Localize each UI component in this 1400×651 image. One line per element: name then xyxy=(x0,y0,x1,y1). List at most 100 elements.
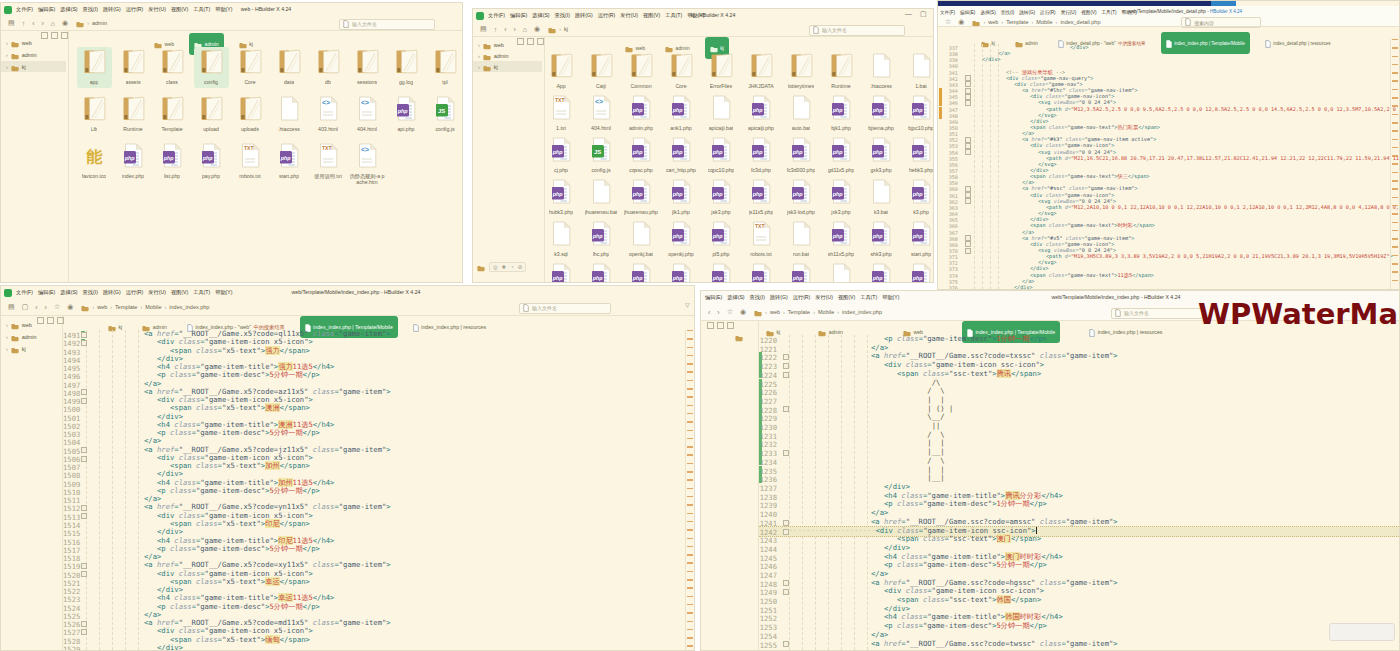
grid-item-404.html[interactable]: <>404.html xyxy=(583,93,619,134)
grid-item[interactable]: php xyxy=(783,261,819,282)
menu-item-0[interactable]: 文件(F) xyxy=(16,289,33,296)
search-box[interactable]: 输入文件名 xyxy=(519,303,611,314)
toolbar-nav-icon-0[interactable]: ▤ xyxy=(8,19,15,27)
menu-item-0[interactable]: 编辑(E) xyxy=(705,294,722,301)
menu-item-1[interactable]: 编辑(E) xyxy=(510,12,527,19)
menu-item-6[interactable]: 视图(V) xyxy=(838,294,855,301)
toolbar-nav-icon-5[interactable]: ◉ xyxy=(67,303,73,311)
grid-item-run.bat[interactable]: run.bat xyxy=(783,219,819,260)
fold-marker[interactable] xyxy=(783,589,789,595)
menu-item-2[interactable]: 选择(S) xyxy=(532,12,549,19)
menu-item-0[interactable]: 文件(F) xyxy=(488,12,505,19)
fold-marker[interactable] xyxy=(783,641,789,647)
breadcrumb-seg-0[interactable]: kj xyxy=(564,26,568,32)
menu-item-5[interactable]: 运行(R) xyxy=(126,6,144,13)
grid-item-k3.bat[interactable]: k3.bat xyxy=(863,177,899,218)
grid-item-apicaiji.bat[interactable]: apicaiji.bat xyxy=(703,93,739,134)
menu-item-2[interactable]: 选择(S) xyxy=(60,289,77,296)
fold-marker[interactable] xyxy=(783,354,789,360)
menu-item-7[interactable]: 工具(T) xyxy=(860,294,877,301)
toolbar-nav-icon-2[interactable]: ‹ xyxy=(35,304,37,311)
fold-marker[interactable] xyxy=(783,406,789,412)
grid-item-openkj.php[interactable]: phpopenkj.php xyxy=(663,219,699,260)
grid-item-cqssc.php[interactable]: phpcqssc.php xyxy=(623,135,659,176)
file-grid[interactable]: appassetsclassconfigCoredatadbsessionsgg… xyxy=(69,30,462,282)
grid-item-Common[interactable]: Common xyxy=(623,51,659,92)
grid-item-bjtema.php[interactable]: phpbjtema.php xyxy=(863,93,899,134)
grid-item-pl5.php[interactable]: phppl5.php xyxy=(703,219,739,260)
breadcrumb-seg-3[interactable]: index_index.php xyxy=(842,309,882,315)
grid-item-伪静态规则-a pache.htm[interactable]: <>伪静态规则-a pache.htm xyxy=(350,141,385,187)
code-editor[interactable]: 337</div>338</a>339</div>340341<!-- 游戏分类… xyxy=(938,44,1399,289)
grid-item-tpl[interactable]: tpl xyxy=(428,47,463,88)
menu-item-7[interactable]: 视图(V) xyxy=(171,289,188,296)
toolbar-nav-icon-3[interactable]: › xyxy=(41,20,43,27)
grid-item-bjk1.php[interactable]: phpbjk1.php xyxy=(823,93,859,134)
menu-item-2[interactable]: 查找(I) xyxy=(750,294,765,301)
mini-icon-1[interactable]: ✚ xyxy=(502,264,507,270)
toolbar-nav-icon-1[interactable]: ↑ xyxy=(22,20,26,27)
toolbar-nav-icon-2[interactable]: ‹ xyxy=(32,20,34,27)
grid-item-start.php[interactable]: phpstart.php xyxy=(903,219,933,260)
grid-item-JHKJDATA[interactable]: JHKJDATA xyxy=(743,51,779,92)
grid-item-js11x5.php[interactable]: phpjs11x5.php xyxy=(743,177,779,218)
mini-icon-3[interactable]: ⊘ xyxy=(518,264,523,270)
menu-item-1[interactable]: 编辑(E) xyxy=(38,289,55,296)
fold-marker[interactable] xyxy=(81,563,87,569)
grid-item-Runtime[interactable]: Runtime xyxy=(823,51,859,92)
sidebar-header-icon-1[interactable] xyxy=(717,322,724,329)
menu-item-8[interactable]: 工具(T) xyxy=(193,6,210,13)
sidebar-folder-icon[interactable] xyxy=(735,328,743,346)
toolbar-nav-icon-5[interactable]: ◉ xyxy=(534,25,540,33)
file-grid[interactable]: AppCaijiCommonCoreErrorFilesJHKJDATAlott… xyxy=(545,36,933,282)
grid-item-app[interactable]: app xyxy=(77,47,112,88)
grid-item-.htaccess[interactable]: .htaccess xyxy=(863,51,899,92)
notification-box[interactable] xyxy=(1329,623,1395,641)
grid-item-jsk3.php[interactable]: phpjsk3.php xyxy=(703,177,739,218)
grid-item-lhc.php[interactable]: phplhc.php xyxy=(583,219,619,260)
menu-item-8[interactable]: 帮助(Y) xyxy=(882,294,899,301)
grid-item-cari_http.php[interactable]: phpcari_http.php xyxy=(663,135,699,176)
grid-item-App[interactable]: App xyxy=(545,51,579,92)
search-box[interactable]: 输入文件名 xyxy=(809,25,905,36)
grid-item-admin.php[interactable]: phpadmin.php xyxy=(623,93,659,134)
fold-marker[interactable] xyxy=(81,513,87,519)
menu-item-4[interactable]: 跳转(G) xyxy=(575,12,593,19)
menu-item-5[interactable]: 运行(R) xyxy=(126,289,144,296)
menu-item-3[interactable]: 跳转(G) xyxy=(770,294,788,301)
grid-item-config.js[interactable]: JSconfig.js xyxy=(583,135,619,176)
breadcrumb-seg-1[interactable]: Template xyxy=(115,304,137,310)
menu-item-0[interactable]: 文件(F) xyxy=(16,6,33,13)
grid-item-k3.sql[interactable]: k3.sql xyxy=(545,219,579,260)
breadcrumb-seg-3[interactable]: index_detail.php xyxy=(1060,19,1100,25)
toolbar-nav-icon-0[interactable]: ▤ xyxy=(8,303,15,311)
grid-item[interactable]: php xyxy=(903,261,933,282)
menu-item-7[interactable]: 视图(V) xyxy=(171,6,188,13)
grid-item-Caiji[interactable]: Caiji xyxy=(583,51,619,92)
grid-item-shk3.php[interactable]: phpshk3.php xyxy=(863,219,899,260)
fold-marker[interactable] xyxy=(81,456,87,462)
grid-item-ErrorFiles[interactable]: ErrorFiles xyxy=(703,51,739,92)
grid-item-uploads[interactable]: uploads xyxy=(233,94,268,135)
sidebar-header-icon-2[interactable] xyxy=(727,322,734,329)
breadcrumb-seg-2[interactable]: Mobile xyxy=(818,309,834,315)
grid-item-index.php[interactable]: phpindex.php xyxy=(116,141,151,182)
grid-item-lotterytimes[interactable]: lotterytimes xyxy=(783,51,819,92)
breadcrumb-seg-3[interactable]: index_index.php xyxy=(169,304,209,310)
grid-item-Lib[interactable]: Lib xyxy=(77,94,112,135)
mini-folder-icon[interactable] xyxy=(477,258,485,276)
menu-item-6[interactable]: 发行(U) xyxy=(148,289,166,296)
window-control-maximize[interactable]: ▢ xyxy=(920,10,927,18)
grid-item-jxk3.php[interactable]: phpjxk3.php xyxy=(823,177,859,218)
menu-item-8[interactable]: 工具(T) xyxy=(193,289,210,296)
grid-item-gd11x5.php[interactable]: phpgd11x5.php xyxy=(823,135,859,176)
mini-icon-0[interactable]: ◎ xyxy=(493,264,498,270)
grid-item-1.bat[interactable]: 1.bat xyxy=(903,51,933,92)
sidebar-item-kj[interactable]: ›kj xyxy=(473,61,542,72)
menu-item-5[interactable]: 运行(R) xyxy=(598,12,616,19)
mini-icon-2[interactable]: ◔ xyxy=(510,264,513,270)
fold-marker[interactable] xyxy=(783,520,789,526)
grid-item-ank1.php[interactable]: phpank1.php xyxy=(663,93,699,134)
sidebar-item-kj[interactable]: ›kj xyxy=(1,61,66,72)
grid-item-使用说明.txt[interactable]: TXT使用说明.txt xyxy=(311,141,346,182)
